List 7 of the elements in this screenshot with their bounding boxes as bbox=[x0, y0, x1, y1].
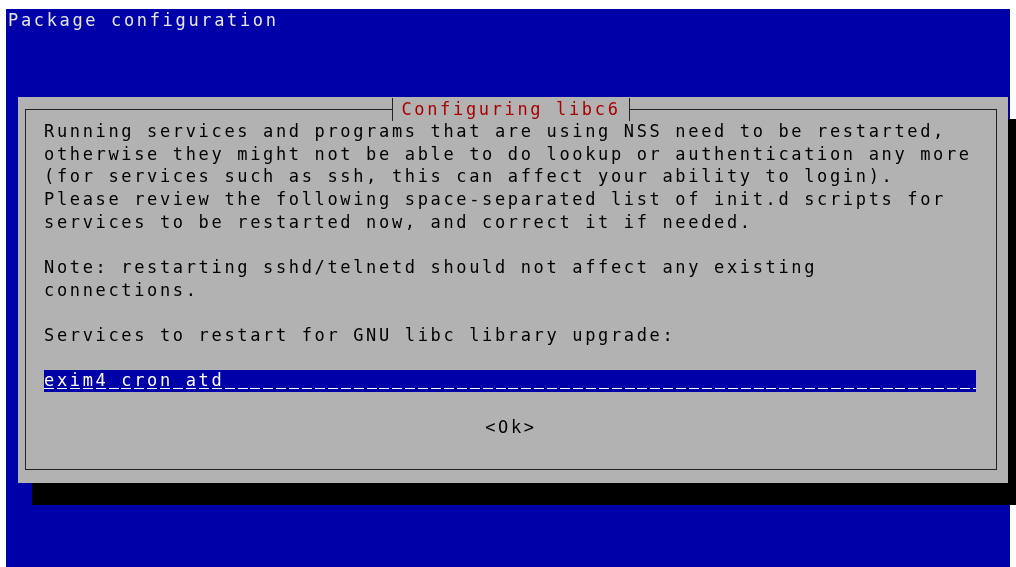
screen-title: Package configuration bbox=[8, 10, 279, 30]
dialog-title: Configuring libc6 bbox=[392, 98, 630, 121]
dialog-text: Running services and programs that are using NSS need to be restarted, otherwise they might not be able to do lookup or authentication any more (for services such as ssh, this can affect your ability to login). Please review the following space-separated list of init.d scripts for services to be restarted now, and correct it if needed. bbox=[44, 120, 973, 234]
ok-button[interactable]: <Ok> bbox=[485, 415, 537, 439]
dialog-text: Services to restart for GNU libc library upgrade: bbox=[44, 324, 677, 347]
dialog-text: Note: restarting sshd/telnetd should not affect any existing connections. bbox=[44, 256, 819, 302]
input-field[interactable]: exim4 cron atd bbox=[44, 369, 976, 392]
